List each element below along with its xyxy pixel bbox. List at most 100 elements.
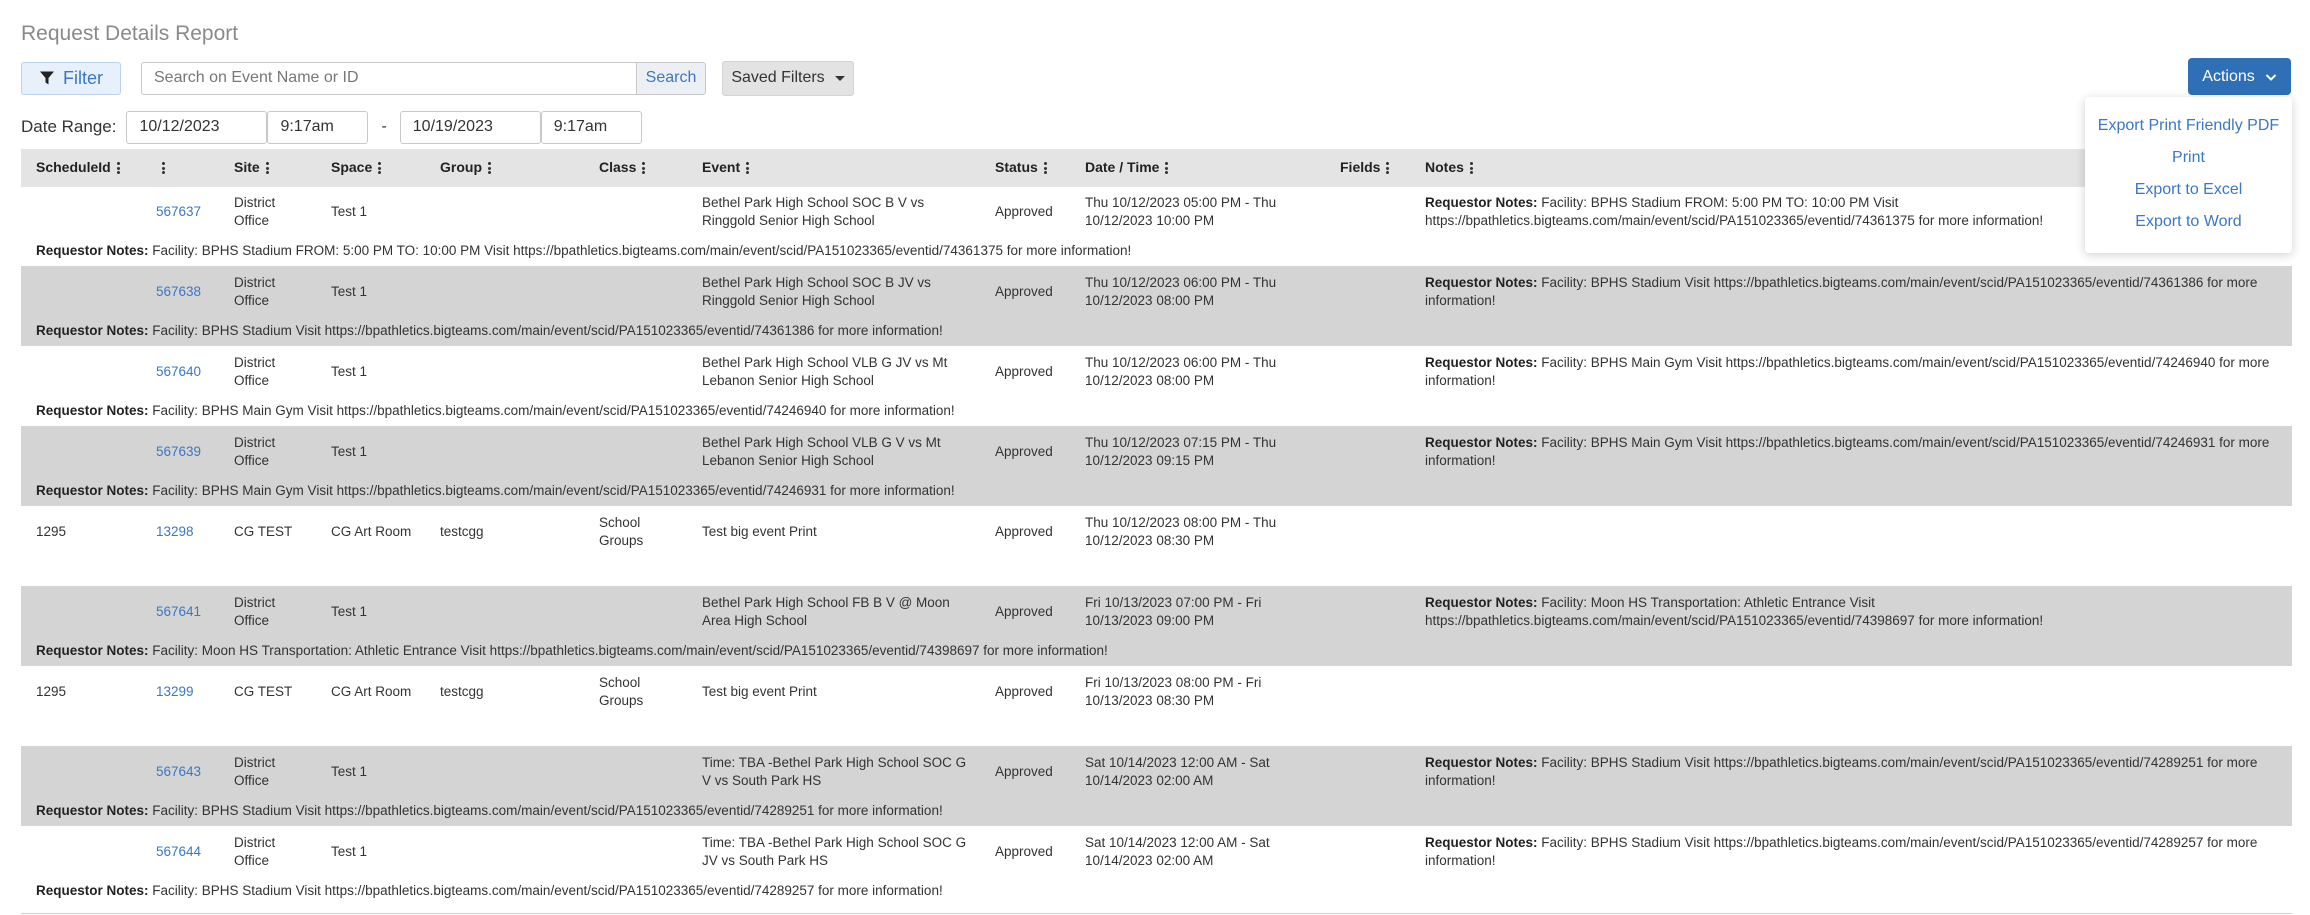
end-date-field[interactable]: 10/19/2023 xyxy=(399,110,541,144)
column-menu-icon[interactable] xyxy=(265,161,270,176)
search-button[interactable]: Search xyxy=(636,61,706,95)
cell-class xyxy=(584,186,687,236)
header-fields[interactable]: Fields xyxy=(1325,149,1410,187)
cell-event: Test big event Print xyxy=(702,684,817,699)
cell-group: testcgg xyxy=(440,684,484,699)
cell-id-link[interactable]: 567643 xyxy=(141,746,219,796)
notes-row-cell xyxy=(21,716,2292,746)
date-range-row: Date Range: 10/12/2023 9:17am - 10/19/20… xyxy=(21,110,642,144)
column-menu-icon[interactable] xyxy=(1043,161,1048,176)
column-menu-icon[interactable] xyxy=(162,161,166,176)
column-menu-icon[interactable] xyxy=(378,161,382,176)
cell-notes: Requestor Notes: Facility: BPHS Stadium … xyxy=(1410,746,2292,796)
cell-id-link[interactable]: 567637 xyxy=(141,186,219,236)
column-menu-icon[interactable] xyxy=(1386,161,1390,176)
page-title: Request Details Report xyxy=(21,22,239,45)
header-event[interactable]: Event xyxy=(687,149,980,187)
notes-text: Facility: Moon HS Transportation: Athlet… xyxy=(152,643,1108,658)
cell-fields xyxy=(1325,266,1410,316)
cell-schedule-id: 1295 xyxy=(36,684,67,699)
cell-fields xyxy=(1325,666,1410,716)
notes-row-cell: Requestor Notes: Facility: BPHS Main Gym… xyxy=(21,476,2292,506)
notes-row: Requestor Notes: Facility: BPHS Stadium … xyxy=(21,236,2292,266)
cell-fields xyxy=(1325,586,1410,636)
cell-space: CG Art Room xyxy=(331,684,412,699)
cell-group xyxy=(425,826,584,876)
cell-status: Approved xyxy=(995,204,1053,220)
end-time-field[interactable]: 9:17am xyxy=(540,110,642,144)
cell-space: Test 1 xyxy=(316,266,425,316)
cell-id-link[interactable]: 567638 xyxy=(141,266,219,316)
cell-status: Approved xyxy=(980,746,1070,796)
cell-fields xyxy=(1325,426,1410,476)
actions-button[interactable]: Actions xyxy=(2188,58,2291,95)
cell-id-link[interactable]: 13299 xyxy=(141,666,219,716)
cell-date-time: Fri 10/13/2023 08:00 PM - Fri 10/13/2023… xyxy=(1085,675,1262,708)
header-class[interactable]: Class xyxy=(584,149,687,187)
cell-id-link[interactable]: 567639 xyxy=(141,426,219,476)
saved-filters-button[interactable]: Saved Filters xyxy=(722,60,854,96)
column-menu-icon[interactable] xyxy=(1165,161,1169,176)
column-menu-icon[interactable] xyxy=(642,161,646,176)
notes-row: Requestor Notes: Facility: Moon HS Trans… xyxy=(21,636,2292,666)
cell-notes: Requestor Notes: Facility: BPHS Main Gym… xyxy=(1410,346,2292,396)
cell-event: Bethel Park High School SOC B V vs Ringg… xyxy=(702,195,925,229)
cell-site: District Office xyxy=(234,195,276,229)
cell-space: Test 1 xyxy=(331,204,368,220)
requestor-notes-label: Requestor Notes: xyxy=(36,483,149,498)
cell-id-link[interactable]: 567644 xyxy=(141,826,219,876)
table-bottom-border xyxy=(21,913,2292,914)
menu-item-export-pdf[interactable]: Export Print Friendly PDF xyxy=(2085,117,2292,135)
cell-class: School Groups xyxy=(599,515,644,548)
column-menu-icon[interactable] xyxy=(1469,161,1474,176)
cell-event: Bethel Park High School VLB G JV vs Mt L… xyxy=(702,355,948,388)
notes-row: Requestor Notes: Facility: BPHS Main Gym… xyxy=(21,476,2292,506)
column-menu-icon[interactable] xyxy=(116,161,121,176)
requestor-notes-label: Requestor Notes: xyxy=(36,243,149,258)
cell-status: Approved xyxy=(980,266,1070,316)
cell-id-link[interactable]: 567641 xyxy=(141,586,219,636)
cell-date-time: Thu 10/12/2023 05:00 PM - Thu 10/12/2023… xyxy=(1085,195,1277,229)
cell-class xyxy=(584,586,687,636)
cell-id-link[interactable]: 567640 xyxy=(141,346,219,396)
header-space[interactable]: Space xyxy=(316,149,425,187)
header-date-time[interactable]: Date / Time xyxy=(1070,149,1325,187)
notes-row-cell xyxy=(21,556,2292,586)
column-menu-icon[interactable] xyxy=(488,161,492,176)
filter-button[interactable]: Filter xyxy=(21,61,121,95)
header-schedule-id[interactable]: ScheduleId xyxy=(21,149,141,187)
header-status[interactable]: Status xyxy=(980,149,1070,187)
cell-notes xyxy=(1410,666,2292,716)
table-row: 567641 District Office Test 1 Bethel Park H… xyxy=(21,586,2292,636)
cell-schedule-id xyxy=(21,586,141,636)
table-row: 567643 District Office Test 1 Time: TBA -Be… xyxy=(21,746,2292,796)
date-range-separator: - xyxy=(381,118,387,135)
start-time-field[interactable]: 9:17am xyxy=(267,110,369,144)
cell-event: Test big event Print xyxy=(702,524,817,539)
column-label: Site xyxy=(234,158,260,175)
cell-notes xyxy=(1410,506,2292,556)
requestor-notes-label: Requestor Notes: xyxy=(1425,755,1538,770)
column-label: Fields xyxy=(1340,158,1381,175)
menu-item-export-excel[interactable]: Export to Excel xyxy=(2085,181,2292,199)
column-menu-icon[interactable] xyxy=(746,161,750,176)
header-group[interactable]: Group xyxy=(425,149,584,187)
header-id[interactable] xyxy=(141,149,219,187)
table-body: 567637 District Office Test 1 Bethel Park H… xyxy=(21,186,2292,906)
cell-id-link[interactable]: 13298 xyxy=(141,506,219,556)
column-label: ScheduleId xyxy=(36,158,111,175)
search-input[interactable] xyxy=(141,61,636,95)
cell-site: District Office xyxy=(234,355,276,388)
requestor-notes-label: Requestor Notes: xyxy=(1425,595,1538,610)
header-site[interactable]: Site xyxy=(219,149,316,187)
column-label: Group xyxy=(440,158,482,175)
cell-schedule-id xyxy=(21,346,141,396)
menu-item-export-word[interactable]: Export to Word xyxy=(2085,213,2292,231)
column-label: Event xyxy=(702,158,741,175)
cell-space: Test 1 xyxy=(316,426,425,476)
cell-notes: Requestor Notes: Facility: BPHS Main Gym… xyxy=(1410,426,2292,476)
requestor-notes-label: Requestor Notes: xyxy=(1425,355,1538,370)
notes-row-cell: Requestor Notes: Facility: BPHS Stadium … xyxy=(21,796,2292,826)
start-date-field[interactable]: 10/12/2023 xyxy=(126,110,268,144)
menu-item-print[interactable]: Print xyxy=(2085,149,2292,167)
